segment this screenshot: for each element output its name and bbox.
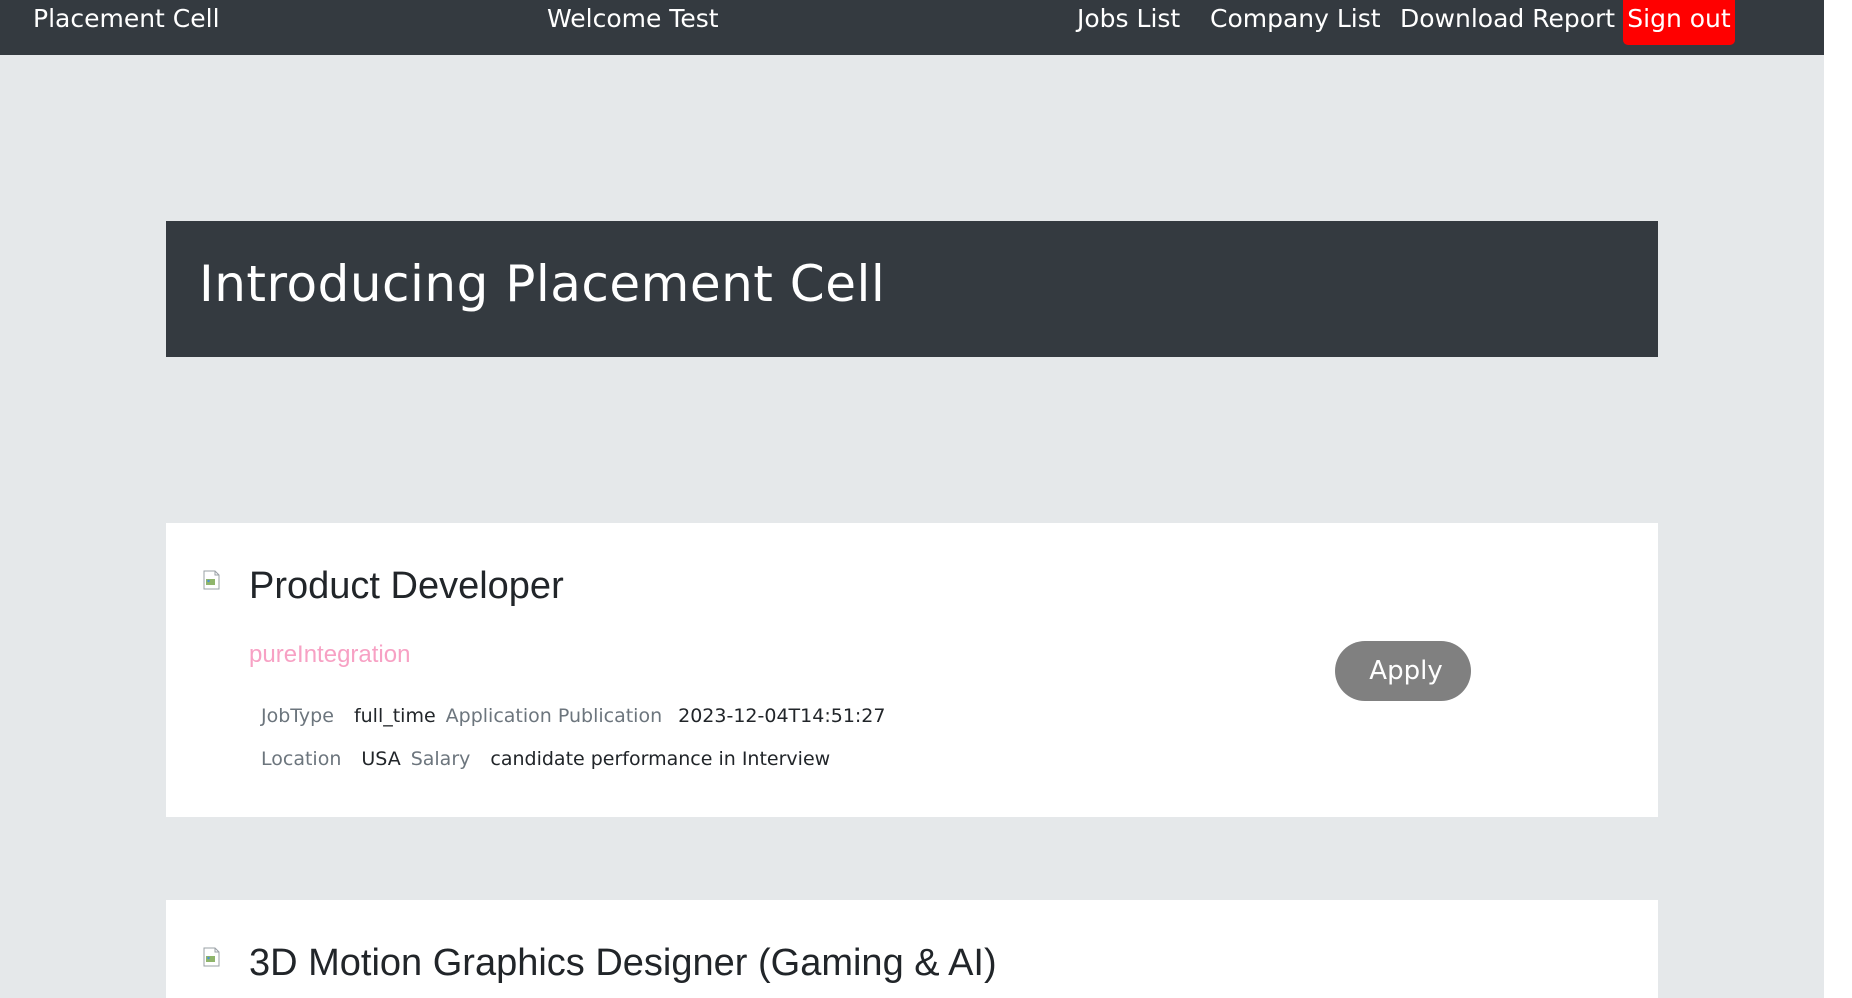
nav-jobs-list[interactable]: Jobs List [1077,0,1180,38]
signout-button[interactable]: Sign out [1623,0,1735,45]
brand-link[interactable]: Placement Cell [33,0,220,38]
job-title: 3D Motion Graphics Designer (Gaming & AI… [249,942,997,984]
job-meta-row: JobType full_time Application Publication 2… [261,705,885,727]
job-title: Product Developer [249,565,564,607]
company-name-link[interactable]: pureIntegration [249,641,410,669]
publication-label: Application Publication [445,705,663,727]
job-card: 3D Motion Graphics Designer (Gaming & AI… [166,900,1658,998]
welcome-text: Welcome Test [547,4,719,33]
location-label: Location [261,748,342,770]
broken-image-icon [203,570,223,590]
top-navbar: Placement Cell Welcome Test Jobs List Co… [0,0,1824,55]
broken-image-icon [203,947,223,967]
job-meta-row: Location USA Salary candidate performance i… [261,748,830,770]
page: Placement Cell Welcome Test Jobs List Co… [0,0,1824,998]
nav-company-list[interactable]: Company List [1210,0,1381,38]
location-value: USA [361,748,401,770]
hero-banner: Introducing Placement Cell [166,221,1658,357]
salary-value: candidate performance in Interview [490,748,831,770]
job-type-value: full_time [353,705,436,727]
hero-title: Introducing Placement Cell [199,255,886,313]
job-type-label: JobType [261,705,334,727]
apply-button[interactable]: Apply [1335,641,1471,701]
salary-label: Salary [410,748,471,770]
publication-value: 2023-12-04T14:51:27 [678,705,886,727]
nav-download-report[interactable]: Download Report [1400,0,1615,38]
job-card: Product Developer pureIntegration JobTyp… [166,523,1658,817]
